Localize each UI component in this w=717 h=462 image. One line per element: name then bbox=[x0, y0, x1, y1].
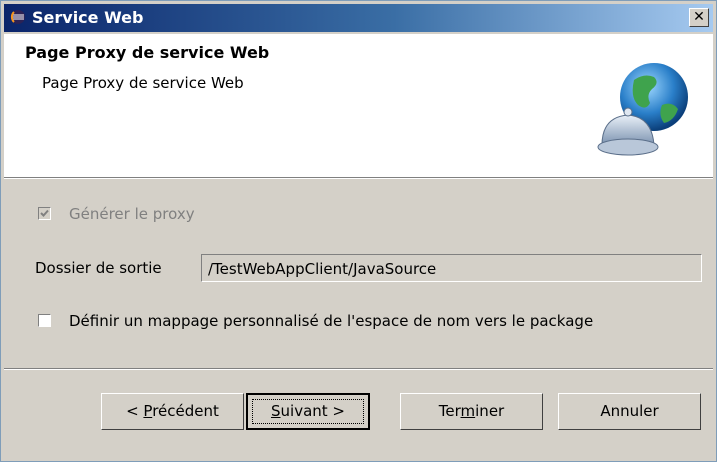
header-separator bbox=[4, 177, 713, 179]
back-button[interactable]: < Précédent bbox=[101, 393, 244, 430]
finish-button[interactable]: Terminer bbox=[400, 393, 543, 430]
wizard-header: Page Proxy de service Web Page Proxy de … bbox=[4, 34, 713, 177]
back-button-rest: récédent bbox=[152, 402, 219, 420]
back-button-prefix: < bbox=[126, 402, 144, 420]
web-service-globe-icon bbox=[594, 55, 694, 165]
generate-proxy-label: Générer le proxy bbox=[69, 205, 195, 223]
page-title: Page Proxy de service Web bbox=[25, 43, 270, 62]
window-title: Service Web bbox=[32, 8, 144, 27]
close-icon: ✕ bbox=[693, 9, 705, 25]
page-description: Page Proxy de service Web bbox=[42, 74, 244, 92]
close-button[interactable]: ✕ bbox=[689, 8, 709, 27]
button-bar-separator bbox=[4, 368, 713, 370]
wizard-dialog: Service Web ✕ Page Proxy de service Web … bbox=[0, 0, 717, 462]
back-button-mnemonic: P bbox=[143, 402, 153, 420]
eclipse-icon bbox=[10, 9, 26, 25]
finish-button-rest: iner bbox=[475, 402, 505, 420]
cancel-button-label: Annuler bbox=[600, 402, 659, 420]
finish-button-mnemonic: m bbox=[460, 402, 476, 420]
generate-proxy-checkbox[interactable] bbox=[38, 207, 51, 220]
next-button-mnemonic: S bbox=[271, 402, 281, 420]
next-button[interactable]: Suivant > bbox=[246, 393, 370, 430]
output-folder-value: /TestWebAppClient/JavaSource bbox=[208, 260, 437, 278]
output-folder-label: Dossier de sortie bbox=[35, 259, 162, 277]
output-folder-field[interactable]: /TestWebAppClient/JavaSource bbox=[201, 254, 702, 282]
next-button-rest: uivant > bbox=[280, 402, 345, 420]
finish-button-prefix: Ter bbox=[438, 402, 461, 420]
title-bar[interactable]: Service Web ✕ bbox=[4, 4, 713, 32]
custom-mapping-label: Définir un mappage personnalisé de l'esp… bbox=[69, 312, 594, 330]
custom-mapping-checkbox[interactable] bbox=[38, 314, 51, 327]
cancel-button[interactable]: Annuler bbox=[558, 393, 701, 430]
